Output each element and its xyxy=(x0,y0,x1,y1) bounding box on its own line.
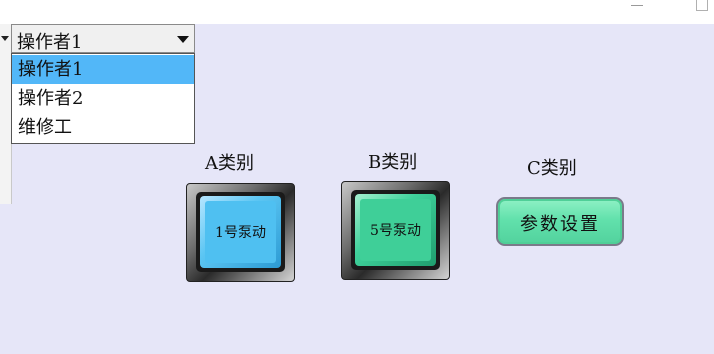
operator-combobox[interactable]: 操作者1 xyxy=(11,24,195,53)
pump-1-label: 1号泵动 xyxy=(215,225,266,241)
operator-combobox-value: 操作者1 xyxy=(17,32,83,53)
chevron-down-icon xyxy=(177,36,189,43)
operator-dropdown-list: 操作者1 操作者2 维修工 xyxy=(11,53,195,144)
category-a-label: A类别 xyxy=(205,153,254,174)
pump-1-bezel: 1号泵动 xyxy=(196,192,285,272)
parameter-settings-button[interactable]: 参数设置 xyxy=(496,197,624,246)
pump-1-button[interactable]: 1号泵动 xyxy=(186,183,295,282)
window-titlebar xyxy=(0,0,714,24)
category-b-label: B类别 xyxy=(368,152,418,173)
pump-5-label: 5号泵动 xyxy=(370,223,421,239)
category-c-label: C类别 xyxy=(527,158,577,179)
minimize-icon[interactable] xyxy=(627,0,649,10)
maximize-icon[interactable] xyxy=(690,0,714,14)
pump-5-button[interactable]: 5号泵动 xyxy=(341,181,450,280)
pump-1-face: 1号泵动 xyxy=(200,196,281,268)
combobox-dropdown-button[interactable] xyxy=(172,28,192,49)
dropdown-option-operator-1[interactable]: 操作者1 xyxy=(12,55,194,84)
parameter-settings-label: 参数设置 xyxy=(520,214,600,235)
dropdown-option-operator-2[interactable]: 操作者2 xyxy=(12,84,194,113)
pump-5-face: 5号泵动 xyxy=(355,194,436,266)
scroll-arrow-icon[interactable] xyxy=(1,36,9,41)
dropdown-option-maintenance[interactable]: 维修工 xyxy=(12,113,194,142)
pump-5-bezel: 5号泵动 xyxy=(351,190,440,270)
